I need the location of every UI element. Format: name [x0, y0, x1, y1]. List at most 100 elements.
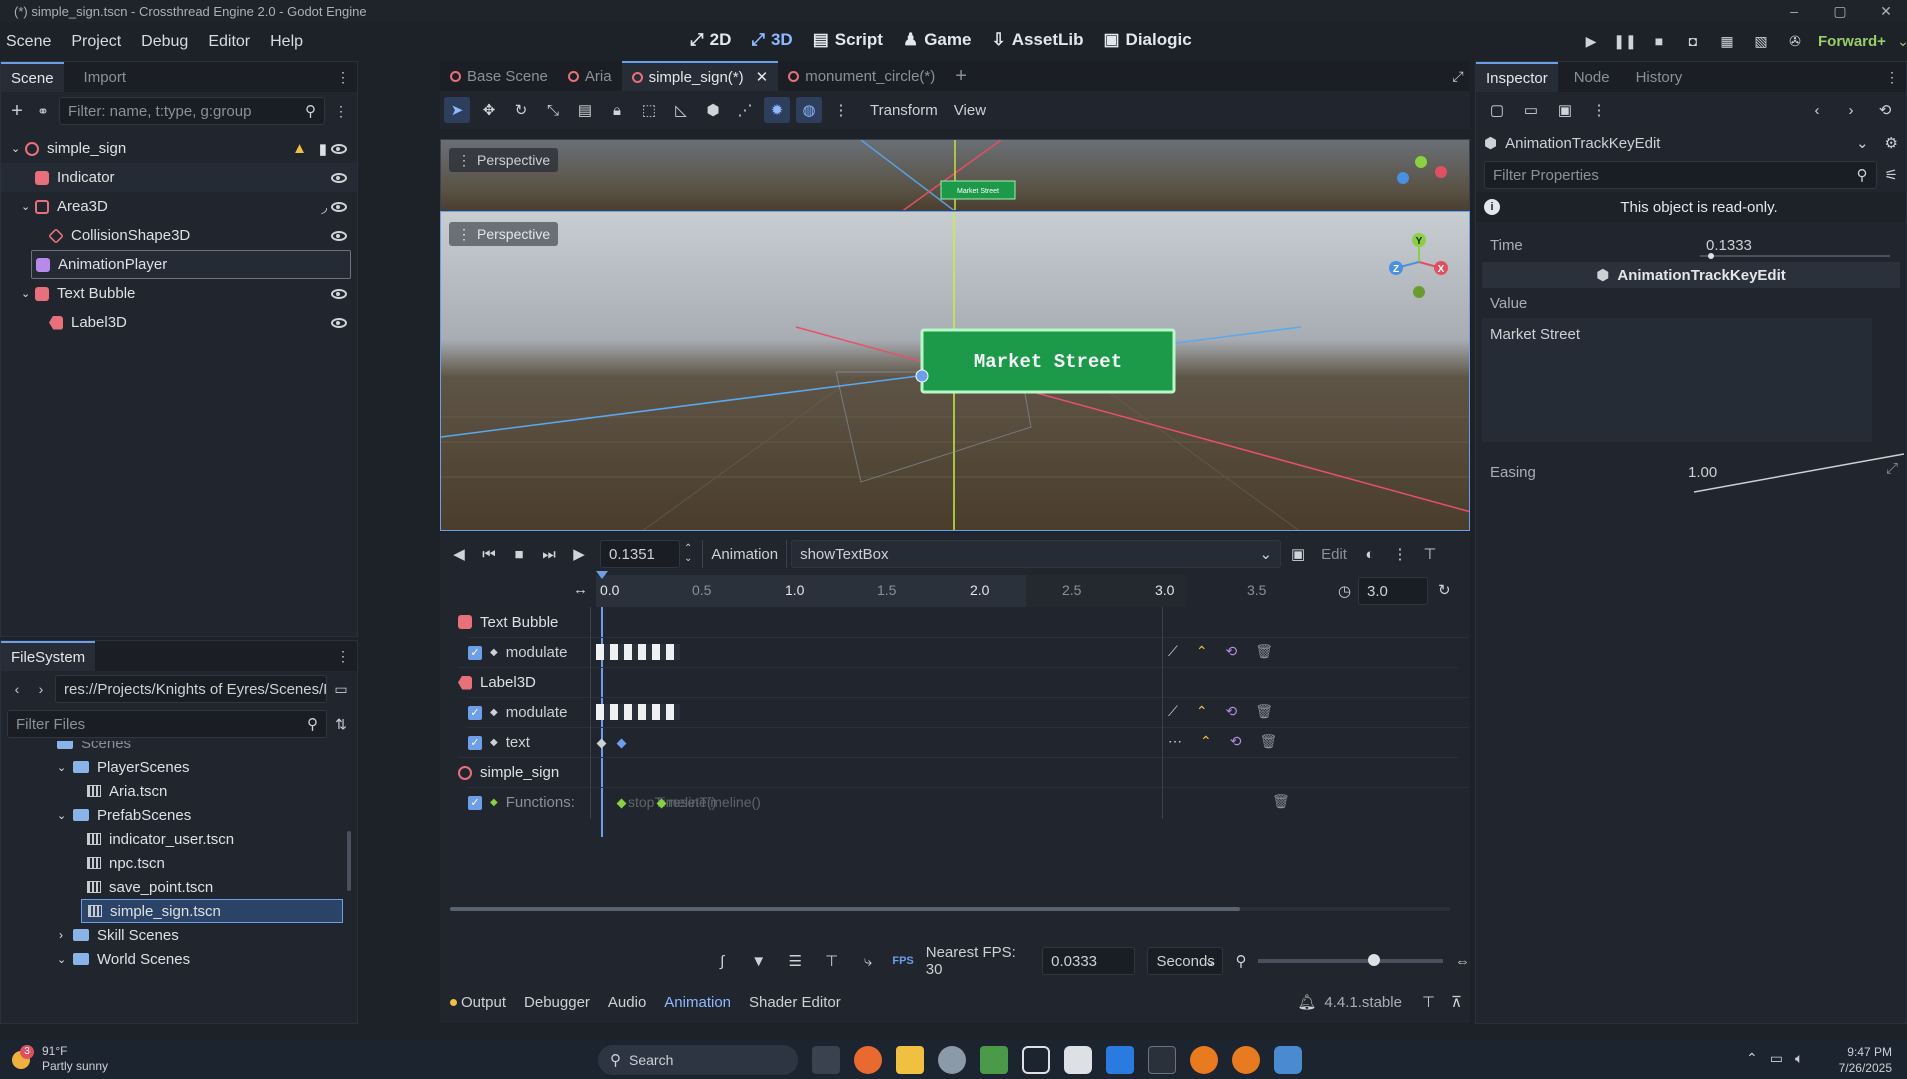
- tab-inspector[interactable]: Inspector: [1476, 62, 1558, 92]
- color-track-keys[interactable]: [596, 704, 680, 720]
- wrap-icon[interactable]: ⌃: [1200, 733, 1212, 750]
- pause-icon[interactable]: ❚❚: [1613, 30, 1636, 52]
- volume-icon[interactable]: 🔈︎: [1795, 1050, 1803, 1067]
- tab-debugger[interactable]: Debugger: [524, 994, 590, 1011]
- property-filter-input[interactable]: Filter Properties ⚲: [1484, 161, 1877, 189]
- units-select[interactable]: Seconds ⌄: [1147, 947, 1224, 975]
- play-backwards-icon[interactable]: ◀: [446, 541, 472, 567]
- perspective-button[interactable]: ⋮ Perspective: [449, 222, 559, 246]
- menu-debug[interactable]: Debug: [141, 33, 188, 51]
- select-tool-icon[interactable]: ➤: [444, 97, 470, 123]
- scrollbar[interactable]: [347, 831, 351, 891]
- stop-icon[interactable]: ■: [1648, 30, 1670, 52]
- fit-icon[interactable]: ⇔: [1455, 953, 1470, 970]
- tab-import[interactable]: Import: [74, 62, 137, 92]
- snap-timeline-icon[interactable]: ⤷: [856, 948, 880, 974]
- time-slider-thumb[interactable]: [1708, 253, 1714, 259]
- track-row[interactable]: ✓ ◆ text: [468, 727, 1468, 757]
- workspace-game[interactable]: ♟ Game: [903, 30, 972, 50]
- filesystem-filter-input[interactable]: Filter Files ⚲: [7, 710, 327, 738]
- godot-icon[interactable]: [1274, 1046, 1302, 1074]
- play-custom-icon[interactable]: ▧: [1750, 30, 1772, 52]
- snap-field[interactable]: 0.0333: [1042, 947, 1136, 975]
- add-tab-icon[interactable]: +: [945, 61, 977, 91]
- scrollbar-thumb[interactable]: [450, 907, 1240, 911]
- scene-filter-input[interactable]: Filter: name, t:type, g:group ⚲: [59, 97, 325, 125]
- loop-wrap-icon[interactable]: ⟲: [1226, 643, 1238, 660]
- tab-node[interactable]: Node: [1564, 62, 1620, 92]
- tab-base-scene[interactable]: Base Scene: [440, 61, 558, 91]
- animation-select[interactable]: showTextBox ⌄: [791, 540, 1282, 568]
- tree-item-indicator[interactable]: Indicator: [1, 163, 357, 192]
- trash-icon[interactable]: 🗑︎: [1272, 793, 1290, 810]
- visibility-icon[interactable]: [331, 201, 347, 212]
- filter-options-icon[interactable]: ⚟: [1885, 166, 1898, 184]
- tree-item-label3d[interactable]: Label3D: [1, 308, 357, 337]
- history-icon[interactable]: ⟲: [1872, 97, 1898, 123]
- snap-keys-icon[interactable]: ⊤: [819, 948, 843, 974]
- weather-widget[interactable]: 3 91°F Partly sunny: [10, 1044, 108, 1074]
- task-view-icon[interactable]: [812, 1046, 840, 1074]
- interp-linear-icon[interactable]: ⟋: [1168, 703, 1178, 720]
- clock[interactable]: 9:47 PM 7/26/2025: [1830, 1044, 1892, 1076]
- menu-editor[interactable]: Editor: [208, 33, 250, 51]
- link-icon[interactable]: ⚭: [33, 101, 53, 121]
- track-enabled-checkbox[interactable]: ✓: [468, 795, 482, 810]
- play-icon[interactable]: ▶: [1580, 30, 1602, 52]
- play-scene-icon[interactable]: ▦: [1716, 30, 1738, 52]
- folder-row[interactable]: ⌄ PrefabScenes: [1, 803, 357, 827]
- object-selector[interactable]: ⬢ AnimationTrackKeyEdit ⌄ ⚙: [1476, 128, 1906, 158]
- kebab-menu-icon[interactable]: ⋮: [1882, 67, 1902, 87]
- tab-aria[interactable]: Aria: [558, 61, 622, 91]
- pin-icon[interactable]: ⊤: [1422, 993, 1435, 1011]
- animation-length-field[interactable]: 3.0: [1358, 577, 1428, 605]
- visibility-icon[interactable]: [331, 230, 347, 241]
- windows-start-icon[interactable]: [562, 1049, 584, 1071]
- network-icon[interactable]: ▭: [1770, 1050, 1783, 1067]
- keyframe-selected[interactable]: [616, 738, 627, 749]
- save-icon[interactable]: ▣: [1552, 97, 1578, 123]
- bezier-icon[interactable]: ∫: [710, 948, 734, 974]
- track-row[interactable]: ✓ ◆ modulate: [468, 697, 1468, 727]
- wrap-icon[interactable]: ⌃: [1196, 703, 1208, 720]
- blender-icon[interactable]: [1190, 1046, 1218, 1074]
- close-window-button[interactable]: ✕: [1863, 0, 1907, 22]
- autoplay-icon[interactable]: ▣: [1285, 541, 1311, 567]
- transform-menu[interactable]: Transform: [870, 102, 938, 119]
- workspace-script[interactable]: ▤ Script: [813, 30, 883, 50]
- environment-icon[interactable]: ◍: [796, 97, 822, 123]
- track-enabled-checkbox[interactable]: ✓: [468, 645, 482, 660]
- unity-icon[interactable]: [1022, 1046, 1050, 1074]
- kebab-menu-icon[interactable]: ⋮: [333, 67, 353, 87]
- tree-item-simple-sign[interactable]: ⌄ simple_sign ▲ ▮: [1, 134, 357, 163]
- track-enabled-checkbox[interactable]: ✓: [468, 735, 482, 750]
- onion-skin-icon[interactable]: ◐: [1357, 541, 1383, 567]
- vscode-icon[interactable]: [1106, 1046, 1134, 1074]
- new-resource-icon[interactable]: ▢: [1484, 97, 1510, 123]
- viewport-top[interactable]: Market Street ⋮ Perspective: [440, 139, 1470, 211]
- zoom-slider[interactable]: [1258, 954, 1443, 966]
- minimize-button[interactable]: –: [1771, 0, 1817, 22]
- firefox-icon[interactable]: [854, 1046, 882, 1074]
- kebab-menu-icon[interactable]: ⋮: [331, 101, 351, 121]
- horizontal-scrollbar[interactable]: [450, 907, 1450, 911]
- rotate-tool-icon[interactable]: ↻: [508, 97, 534, 123]
- folder-row[interactable]: ⌄ World Scenes: [1, 947, 357, 971]
- workspace-assetlib[interactable]: ⇩ AssetLib: [991, 30, 1083, 50]
- expand-panel-icon[interactable]: ⊼: [1451, 993, 1462, 1011]
- file-row[interactable]: indicator_user.tscn: [1, 827, 357, 851]
- kebab-menu-icon[interactable]: ⋮: [333, 646, 353, 666]
- renderer-select[interactable]: Forward+: [1818, 30, 1886, 52]
- menu-project[interactable]: Project: [71, 33, 121, 51]
- file-row[interactable]: npc.tscn: [1, 851, 357, 875]
- play-icon[interactable]: ▶: [566, 541, 592, 567]
- interp-linear-icon[interactable]: ⟋: [1168, 643, 1178, 660]
- tree-item-collisionshape3d[interactable]: CollisionShape3D: [1, 221, 357, 250]
- perspective-button[interactable]: ⋮ Perspective: [449, 148, 559, 172]
- view-menu[interactable]: View: [954, 102, 986, 119]
- animation-time-field[interactable]: 0.1351: [600, 540, 680, 568]
- tab-scene[interactable]: Scene: [1, 62, 64, 92]
- zoom-slider-thumb[interactable]: [1368, 954, 1381, 966]
- add-node-icon[interactable]: +: [7, 100, 27, 122]
- move-tool-icon[interactable]: ✥: [476, 97, 502, 123]
